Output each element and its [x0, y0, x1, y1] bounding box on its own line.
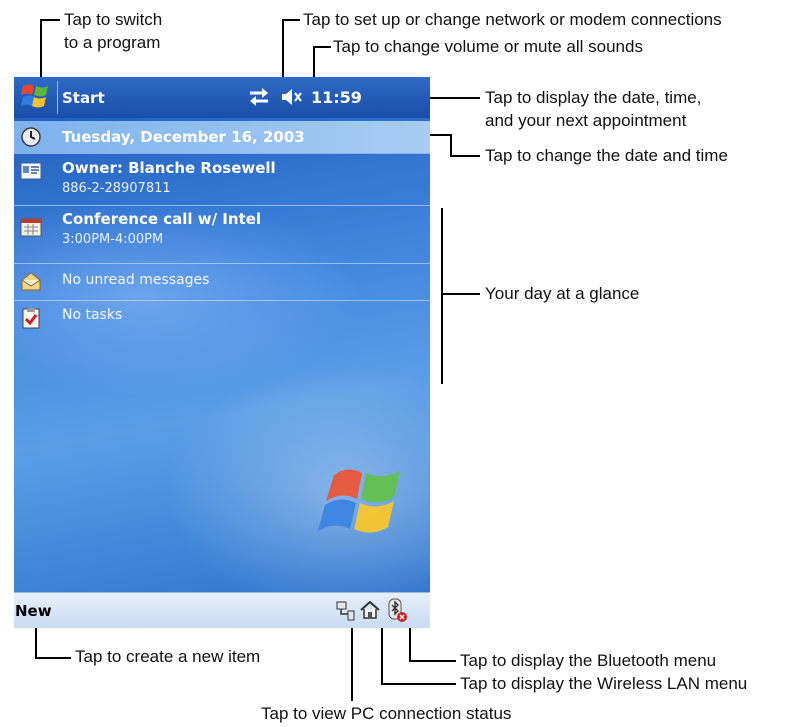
- clock[interactable]: 11:59: [311, 88, 362, 107]
- date-row[interactable]: Tuesday, December 16, 2003: [14, 121, 430, 153]
- callout-switch-program-1: Tap to switch: [64, 10, 163, 29]
- calendar-icon: [20, 216, 42, 238]
- tasks-text: No tasks: [62, 307, 123, 323]
- callout-wlan: Tap to display the Wireless LAN menu: [460, 674, 748, 693]
- callout-change-date: Tap to change the date and time: [485, 146, 728, 165]
- appointment-time: 3:00PM-4:00PM: [62, 232, 164, 247]
- start-menu-label[interactable]: Start: [62, 89, 105, 107]
- navigation-bar: Start 11:59: [14, 77, 430, 118]
- windows-start-icon[interactable]: [20, 82, 52, 112]
- appointment-row[interactable]: Conference call w/ Intel 3:00PM-4:00PM: [14, 206, 430, 262]
- owner-name: Owner: Blanche Rosewell: [62, 159, 276, 177]
- appointment-title: Conference call w/ Intel: [62, 210, 262, 228]
- callout-network: Tap to set up or change network or modem…: [303, 10, 722, 29]
- command-bar: New: [14, 592, 430, 628]
- wireless-lan-home-icon[interactable]: [359, 599, 381, 621]
- bluetooth-icon[interactable]: [386, 598, 410, 624]
- callout-switch-program-2: to a program: [64, 33, 161, 52]
- connection-icon[interactable]: [247, 86, 271, 108]
- tasks-icon: [20, 307, 42, 329]
- messages-row[interactable]: No unread messages: [14, 264, 430, 300]
- callout-date-time-1: Tap to display the date, time,: [485, 88, 702, 107]
- clock-icon: [20, 126, 42, 148]
- volume-icon[interactable]: [280, 87, 304, 107]
- callout-glance: Your day at a glance: [485, 284, 640, 303]
- date-text: Tuesday, December 16, 2003: [62, 128, 305, 146]
- callout-pc-connection: Tap to view PC connection status: [261, 704, 512, 723]
- callout-bluetooth: Tap to display the Bluetooth menu: [460, 651, 717, 670]
- nav-separator: [57, 81, 58, 114]
- callout-volume: Tap to change volume or mute all sounds: [333, 37, 643, 56]
- owner-row[interactable]: Owner: Blanche Rosewell 886-2-28907811: [14, 154, 430, 204]
- windows-logo: [312, 457, 412, 547]
- pc-connection-icon[interactable]: [336, 600, 356, 622]
- callout-new-item: Tap to create a new item: [75, 647, 261, 666]
- messages-text: No unread messages: [62, 272, 210, 288]
- owner-card-icon: [20, 160, 42, 182]
- today-screen: Start 11:59 Tuesday, December 16, 2003 O…: [14, 77, 430, 628]
- tasks-row[interactable]: No tasks: [14, 301, 430, 337]
- new-button[interactable]: New: [15, 602, 52, 620]
- owner-phone: 886-2-28907811: [62, 181, 171, 196]
- inbox-icon: [20, 271, 42, 293]
- callout-date-time-2: and your next appointment: [485, 111, 687, 130]
